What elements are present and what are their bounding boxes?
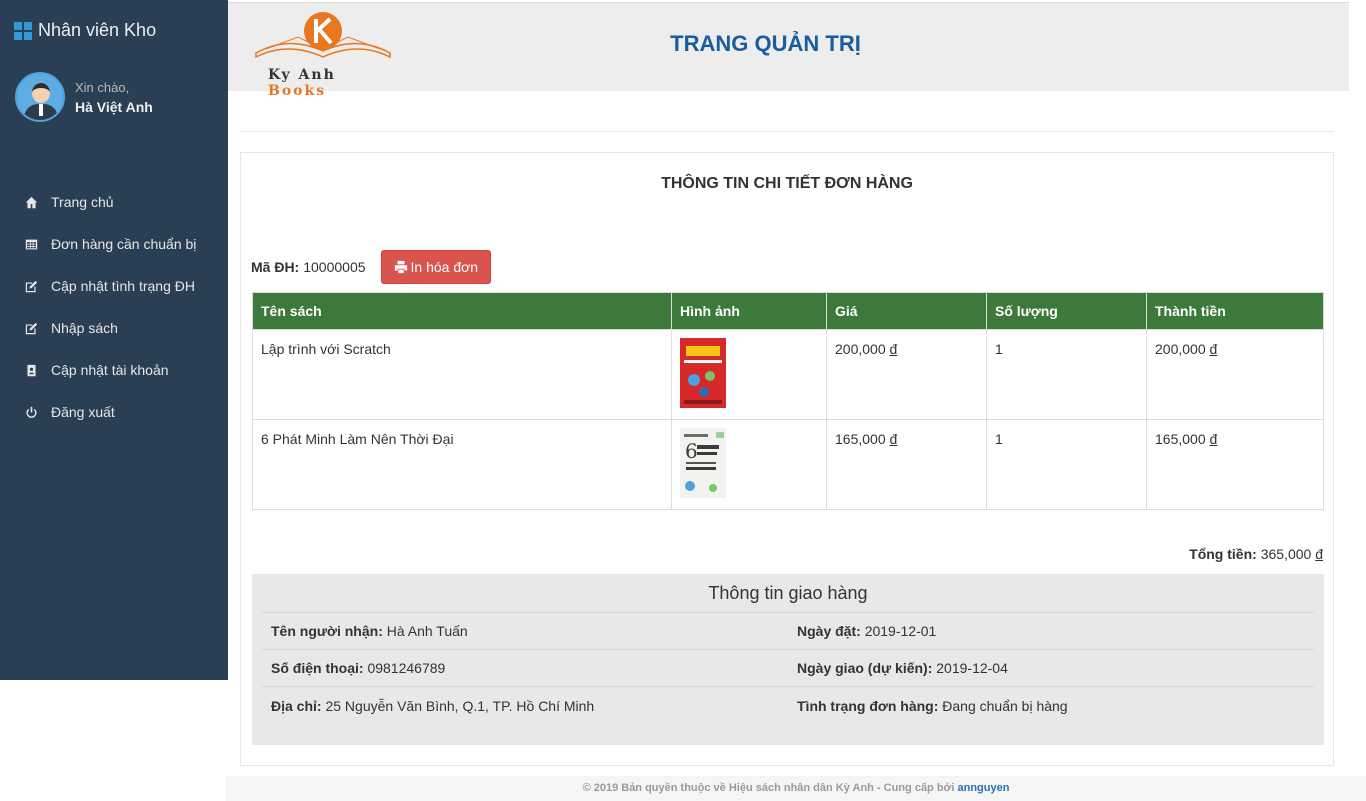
delivery-date-label: Ngày giao (dự kiến):: [797, 660, 933, 676]
print-invoice-label: In hóa đơn: [410, 259, 479, 275]
book-name: 6 Phát Minh Làm Nên Thời Đại: [252, 419, 672, 510]
edit-icon: [24, 279, 38, 293]
item-quantity: 1: [986, 329, 1147, 420]
col-header-quantity: Số lượng: [986, 292, 1147, 330]
grid-icon: [14, 21, 32, 40]
home-icon: [24, 195, 38, 209]
shipping-info-box: Thông tin giao hàng Tên người nhận: Hà A…: [252, 574, 1324, 745]
panel-title: THÔNG TIN CHI TIẾT ĐƠN HÀNG: [661, 175, 913, 192]
sidebar-item-logout[interactable]: Đăng xuất: [0, 391, 228, 433]
table-row: 6 Phát Minh Làm Nên Thời Đại 6 165,000 đ…: [252, 419, 1324, 510]
order-date-value: 2019-12-01: [864, 623, 937, 639]
sidebar-item-home[interactable]: Trang chủ: [0, 181, 228, 223]
currency-symbol: đ: [889, 431, 898, 447]
currency-symbol: đ: [1315, 546, 1323, 562]
page-title: TRANG QUẢN TRỊ: [670, 31, 861, 56]
sidebar-item-label: Cập nhật tình trạng ĐH: [51, 278, 195, 294]
shipping-row: Tên người nhận: Hà Anh Tuấn Ngày đặt: 20…: [262, 613, 1314, 650]
item-quantity: 1: [986, 419, 1147, 510]
order-code-line: Mã ĐH: 10000005 In hóa đơn: [251, 250, 492, 284]
table-header-row: Tên sách Hình ảnh Giá Số lượng Thành tiề…: [252, 292, 1324, 330]
col-header-price: Giá: [826, 292, 987, 330]
order-detail-panel: THÔNG TIN CHI TIẾT ĐƠN HÀNG Mã ĐH: 10000…: [240, 152, 1334, 766]
user-profile: Xin chào, Hà Việt Anh: [15, 72, 153, 122]
shipping-title: Thông tin giao hàng: [262, 574, 1314, 613]
sidebar-item-label: Nhập sách: [51, 320, 118, 336]
address-label: Địa chỉ:: [271, 697, 322, 714]
currency-symbol: đ: [1209, 431, 1218, 447]
sidebar-item-label: Trang chủ: [51, 194, 114, 210]
sidebar-item-label: Cập nhật tài khoản: [51, 362, 169, 378]
col-header-image: Hình ảnh: [671, 292, 827, 330]
book-cover-image[interactable]: [680, 338, 726, 408]
order-code-label: Mã ĐH:: [251, 259, 300, 275]
address-book-icon: [24, 363, 38, 377]
table-icon: [24, 237, 38, 251]
sidebar: Nhân viên Kho Xin chào, Hà Việt Anh Tran…: [0, 0, 228, 680]
item-subtotal: 200,000: [1155, 341, 1206, 357]
phone-value: 0981246789: [367, 660, 446, 676]
power-icon: [24, 405, 38, 419]
receiver-label: Tên người nhận:: [271, 623, 383, 639]
sidebar-menu: Trang chủ Đơn hàng cần chuẩn bị Cập nhật…: [0, 181, 228, 433]
footer: © 2019 Bản quyền thuộc về Hiệu sách nhân…: [226, 776, 1366, 801]
sidebar-item-import-books[interactable]: Nhập sách: [0, 307, 228, 349]
shipping-row: Số điện thoại: 0981246789 Ngày giao (dự …: [262, 650, 1314, 687]
shipping-row: Địa chỉ: 25 Nguyễn Văn Bình, Q.1, TP. Hồ…: [262, 687, 1314, 724]
edit-icon: [24, 321, 38, 335]
sidebar-item-update-order-status[interactable]: Cập nhật tình trạng ĐH: [0, 265, 228, 307]
order-total: Tổng tiền: 365,000 đ: [1189, 546, 1323, 562]
svg-text:6: 6: [685, 439, 698, 463]
sidebar-item-orders-to-prepare[interactable]: Đơn hàng cần chuẩn bị: [0, 223, 228, 265]
author-link[interactable]: annguyen: [957, 782, 1009, 794]
currency-symbol: đ: [889, 341, 898, 357]
order-status-value: Đang chuẩn bị hàng: [942, 697, 1068, 714]
currency-symbol: đ: [1209, 341, 1218, 357]
receiver-value: Hà Anh Tuấn: [386, 623, 468, 639]
printer-icon: [394, 260, 407, 274]
col-header-book-name: Tên sách: [252, 292, 672, 330]
divider: [240, 131, 1334, 132]
delivery-date-value: 2019-12-04: [936, 660, 1008, 676]
order-code-value: 10000005: [303, 259, 366, 275]
total-value: 365,000: [1260, 546, 1312, 562]
table-row: Lập trình với Scratch 200,000 đ 1 200,00…: [252, 329, 1324, 420]
greeting-text: Xin chào,: [75, 79, 130, 95]
sidebar-brand[interactable]: Nhân viên Kho: [14, 20, 156, 41]
sidebar-item-update-account[interactable]: Cập nhật tài khoản: [0, 349, 228, 391]
book-name: Lập trình với Scratch: [252, 329, 672, 420]
copyright-text: © 2019 Bản quyền thuộc về Hiệu sách nhân…: [582, 782, 955, 794]
total-label: Tổng tiền:: [1189, 546, 1257, 562]
phone-label: Số điện thoại:: [271, 660, 364, 676]
item-price: 165,000: [835, 431, 886, 447]
top-header: Ky Anh Books TRANG QUẢN TRỊ: [228, 2, 1349, 99]
brand-title: Nhân viên Kho: [38, 20, 157, 40]
col-header-subtotal: Thành tiền: [1146, 292, 1324, 330]
item-subtotal: 165,000: [1155, 431, 1206, 447]
item-price: 200,000: [835, 341, 886, 357]
username: Hà Việt Anh: [75, 98, 153, 115]
book-cover-image[interactable]: 6: [680, 428, 726, 498]
order-date-label: Ngày đặt:: [797, 623, 861, 639]
sidebar-item-label: Đăng xuất: [51, 404, 115, 420]
order-items-table: Tên sách Hình ảnh Giá Số lượng Thành tiề…: [252, 292, 1324, 510]
order-status-label: Tình trạng đơn hàng:: [797, 697, 939, 714]
sidebar-item-label: Đơn hàng cần chuẩn bị: [51, 236, 197, 252]
avatar: [15, 72, 65, 122]
print-invoice-button[interactable]: In hóa đơn: [380, 250, 492, 284]
logo-text-books: Books: [268, 83, 327, 99]
address-value: 25 Nguyễn Văn Bình, Q.1, TP. Hồ Chí Minh: [325, 697, 595, 714]
logo-text-kyanh: Ky Anh: [268, 67, 336, 83]
